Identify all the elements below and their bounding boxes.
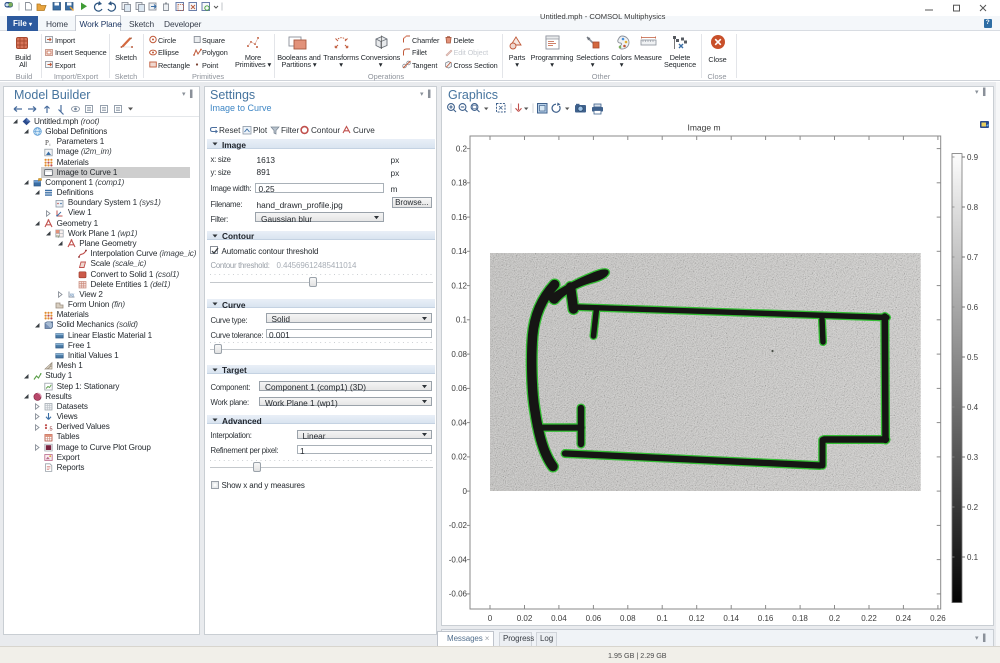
svg-text:-0.04: -0.04 bbox=[449, 555, 468, 564]
svg-text:0.8: 0.8 bbox=[967, 203, 979, 212]
svg-text:0.2: 0.2 bbox=[967, 503, 979, 512]
svg-text:0.02: 0.02 bbox=[451, 453, 467, 462]
svg-text:0.7: 0.7 bbox=[967, 253, 979, 262]
svg-text:0.3: 0.3 bbox=[967, 453, 979, 462]
svg-text:i: i bbox=[50, 142, 51, 147]
svg-text:0.18: 0.18 bbox=[451, 179, 467, 188]
svg-text:0: 0 bbox=[488, 614, 493, 623]
svg-text:0.16: 0.16 bbox=[758, 614, 774, 623]
svg-text:.5: .5 bbox=[48, 426, 53, 432]
svg-text:0.22: 0.22 bbox=[861, 614, 877, 623]
svg-text:0.1: 0.1 bbox=[967, 553, 979, 562]
svg-text:-0.06: -0.06 bbox=[449, 590, 468, 599]
svg-text:0.6: 0.6 bbox=[967, 303, 979, 312]
svg-text:0.5: 0.5 bbox=[967, 353, 979, 362]
svg-text:0.14: 0.14 bbox=[451, 247, 467, 256]
svg-text:0.4: 0.4 bbox=[967, 403, 979, 412]
svg-text:0.06: 0.06 bbox=[586, 614, 602, 623]
svg-text:0.04: 0.04 bbox=[451, 418, 467, 427]
svg-text:0.08: 0.08 bbox=[451, 350, 467, 359]
svg-text:0.08: 0.08 bbox=[620, 614, 636, 623]
svg-text:xy: xy bbox=[56, 234, 60, 238]
svg-text:Image m: Image m bbox=[687, 123, 720, 133]
svg-text:0.24: 0.24 bbox=[896, 614, 912, 623]
svg-text:0: 0 bbox=[463, 487, 468, 496]
svg-text:0.04: 0.04 bbox=[551, 614, 567, 623]
svg-text:0.26: 0.26 bbox=[930, 614, 946, 623]
svg-text:0.1: 0.1 bbox=[657, 614, 669, 623]
svg-text:0.2: 0.2 bbox=[829, 614, 841, 623]
svg-text:0.12: 0.12 bbox=[451, 281, 467, 290]
svg-text:-0.02: -0.02 bbox=[449, 521, 468, 530]
svg-text:P: P bbox=[45, 139, 49, 147]
svg-text:xy: xy bbox=[69, 292, 74, 297]
svg-text:0.2: 0.2 bbox=[456, 144, 468, 153]
svg-text:0.12: 0.12 bbox=[689, 614, 705, 623]
svg-text:0.9: 0.9 bbox=[967, 153, 979, 162]
svg-text:0.1: 0.1 bbox=[456, 316, 468, 325]
svg-text:0.06: 0.06 bbox=[451, 384, 467, 393]
svg-text:0.02: 0.02 bbox=[517, 614, 533, 623]
svg-text:0.18: 0.18 bbox=[792, 614, 808, 623]
svg-text:0.14: 0.14 bbox=[723, 614, 739, 623]
svg-text:0.16: 0.16 bbox=[451, 213, 467, 222]
